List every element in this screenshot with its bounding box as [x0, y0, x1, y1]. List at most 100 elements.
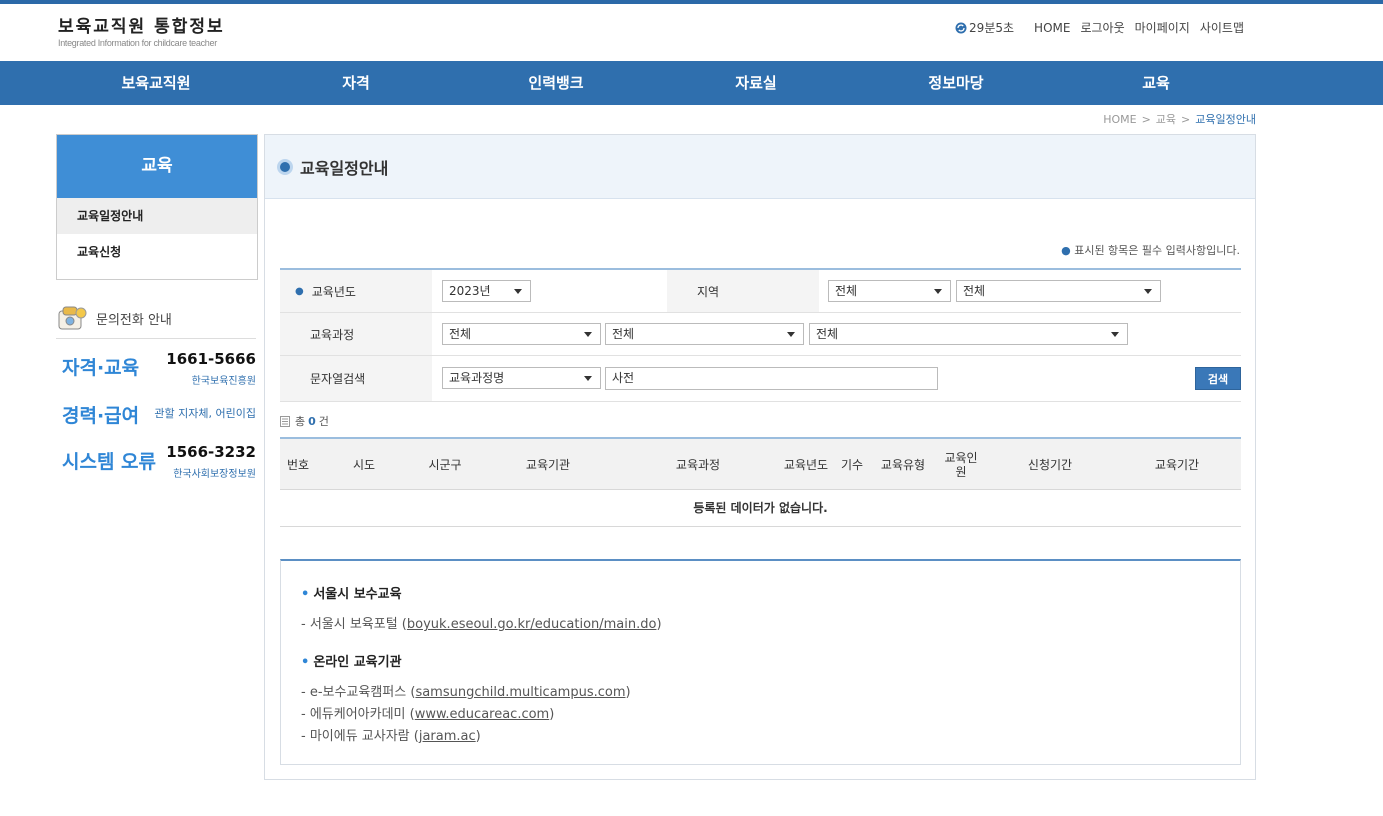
- info-online-line: - 에듀케어아카데미 (www.educareac.com): [301, 704, 1220, 726]
- result-count: 총 0 건: [280, 413, 329, 429]
- year-label: ● 교육년도: [280, 270, 432, 312]
- keyword-type-select[interactable]: 교육과정명: [442, 367, 601, 389]
- nav-info[interactable]: 정보마당: [928, 61, 983, 105]
- breadcrumb: HOME > 교육 > 교육일정안내: [1103, 111, 1256, 127]
- info-seoul-line: - 서울시 보육포털 (boyuk.eseoul.go.kr/education…: [301, 614, 1220, 636]
- breadcrumb-home[interactable]: HOME: [1103, 113, 1136, 126]
- site-title: 보육교직원 통합정보: [58, 17, 225, 37]
- search-form: ● 교육년도 2023년 지역 전체 전체 교육과정 전체 전체 전체 문자열검…: [280, 268, 1241, 402]
- info-close-paren: ): [656, 617, 662, 632]
- nav-education[interactable]: 교육: [1142, 61, 1170, 105]
- chevron-down-icon: [1111, 332, 1119, 337]
- info-seoul-link[interactable]: boyuk.eseoul.go.kr/education/main.do: [407, 617, 657, 632]
- chevron-down-icon: [934, 289, 942, 294]
- contact-system-number: 1566-3232: [166, 443, 256, 461]
- column-header-number: 번호: [286, 457, 310, 472]
- info-seoul-title: • 서울시 보수교육: [301, 583, 1220, 602]
- column-header-institution: 교육기관: [525, 457, 571, 472]
- info-online-title: • 온라인 교육기관: [301, 651, 1220, 670]
- util-sitemap-link[interactable]: 사이트맵: [1200, 19, 1244, 36]
- required-dot-icon: ●: [295, 285, 304, 297]
- column-header-district: 시군구: [428, 457, 462, 472]
- side-nav-item-schedule[interactable]: 교육일정안내: [57, 198, 257, 234]
- contact-career-desc: 관할 지자체, 어린이집: [154, 407, 256, 420]
- refresh-icon: [955, 22, 967, 33]
- course-select-2[interactable]: 전체: [605, 323, 804, 345]
- year-select-value: 2023년: [449, 284, 491, 298]
- schedule-table: 번호 시도 시군구 교육기관 교육과정 교육년도 기수 교육유형 교육인원 신청…: [280, 437, 1241, 527]
- site-logo[interactable]: 보육교직원 통합정보 Integrated Information for ch…: [58, 16, 225, 48]
- course-select-3-value: 전체: [816, 327, 839, 341]
- column-header-course: 교육과정: [675, 457, 721, 472]
- site-subtitle: Integrated Information for childcare tea…: [58, 38, 217, 48]
- keyword-input[interactable]: 사전: [605, 367, 938, 390]
- nav-qualification[interactable]: 자격: [342, 61, 370, 105]
- chevron-down-icon: [514, 289, 522, 294]
- result-count-number: 0: [308, 414, 316, 428]
- required-note: ● 표시된 항목은 필수 입력사항입니다.: [1061, 242, 1240, 258]
- breadcrumb-current: 교육일정안내: [1195, 113, 1256, 126]
- phone-icon: [58, 306, 87, 329]
- nav-resources[interactable]: 자료실: [735, 61, 776, 105]
- contact-qualification-label: 자격·교육: [62, 357, 140, 379]
- info-close-paren: ): [475, 729, 481, 744]
- region-city-select[interactable]: 전체: [956, 280, 1161, 302]
- year-select[interactable]: 2023년: [442, 280, 531, 302]
- contact-qualification-org: 한국보육진흥원: [191, 376, 256, 387]
- result-count-prefix: 총: [295, 415, 306, 428]
- empty-message: 등록된 데이터가 없습니다.: [280, 490, 1241, 527]
- util-home-link[interactable]: HOME: [1034, 21, 1070, 35]
- contact-system: 시스템 오류 1566-3232 한국사회보장정보원: [62, 442, 258, 482]
- region-label: 지역: [667, 270, 819, 312]
- info-seoul-prefix: - 서울시 보육포털 (: [301, 617, 407, 632]
- contact-qualification-number: 1661-5666: [166, 350, 256, 368]
- utility-nav: 29분5초 HOME 로그아웃 마이페이지 사이트맵: [955, 19, 1244, 36]
- document-icon: [280, 415, 290, 427]
- region-province-select[interactable]: 전체: [828, 280, 951, 302]
- info-online-line: - e-보수교육캠퍼스 (samsungchild.multicampus.co…: [301, 682, 1220, 704]
- keyword-label-text: 문자열검색: [310, 372, 366, 386]
- column-header-apply-period: 신청기간: [1027, 457, 1073, 472]
- region-city-value: 전체: [963, 284, 986, 298]
- breadcrumb-section[interactable]: 교육: [1156, 113, 1176, 126]
- info-close-paren: ): [549, 707, 555, 722]
- course-select-3[interactable]: 전체: [809, 323, 1128, 345]
- course-select-1[interactable]: 전체: [442, 323, 601, 345]
- contact-system-org: 한국사회보장정보원: [173, 469, 256, 480]
- region-province-value: 전체: [835, 284, 858, 298]
- nav-talent-bank[interactable]: 인력뱅크: [528, 61, 583, 105]
- info-online-title-text: 온라인 교육기관: [313, 655, 402, 670]
- info-online-prefix: - 마이에듀 교사자람 (: [301, 729, 419, 744]
- form-row-keyword: 문자열검색 교육과정명 사전 검색: [280, 356, 1241, 402]
- breadcrumb-separator: >: [1181, 113, 1191, 126]
- course-label-text: 교육과정: [310, 327, 355, 342]
- nav-teachers[interactable]: 보육교직원: [121, 61, 190, 105]
- column-header-capacity: 교육인원: [944, 450, 978, 479]
- info-online-link[interactable]: jaram.ac: [419, 729, 476, 744]
- search-button[interactable]: 검색: [1195, 367, 1241, 390]
- content-header: 교육일정안내: [265, 135, 1255, 199]
- side-nav-title: 교육: [57, 135, 257, 198]
- util-logout-link[interactable]: 로그아웃: [1080, 19, 1124, 36]
- info-online-prefix: - e-보수교육캠퍼스 (: [301, 685, 416, 700]
- session-timer[interactable]: 29분5초: [955, 19, 1014, 36]
- contact-heading-label: 문의전화 안내: [96, 313, 172, 328]
- keyword-type-value: 교육과정명: [449, 371, 505, 385]
- course-select-2-value: 전체: [612, 327, 635, 341]
- page-title: 교육일정안내: [300, 158, 389, 178]
- util-mypage-link[interactable]: 마이페이지: [1135, 19, 1190, 36]
- contact-system-label: 시스템 오류: [62, 451, 157, 473]
- required-dot-icon: ●: [1061, 244, 1071, 257]
- info-online-line: - 마이에듀 교사자람 (jaram.ac): [301, 726, 1220, 748]
- info-online-prefix: - 에듀케어아카데미 (: [301, 707, 415, 722]
- info-online-link[interactable]: samsungchild.multicampus.com: [415, 685, 625, 700]
- region-label-text: 지역: [697, 284, 720, 299]
- contact-career: 경력·급여 관할 지자체, 어린이집: [62, 401, 258, 429]
- side-nav-item-apply[interactable]: 교육신청: [57, 234, 257, 270]
- info-box: • 서울시 보수교육 - 서울시 보육포털 (boyuk.eseoul.go.kr…: [280, 559, 1241, 765]
- info-online-link[interactable]: www.educareac.com: [415, 707, 550, 722]
- chevron-down-icon: [584, 332, 592, 337]
- chevron-down-icon: [787, 332, 795, 337]
- info-seoul-title-text: 서울시 보수교육: [313, 587, 402, 602]
